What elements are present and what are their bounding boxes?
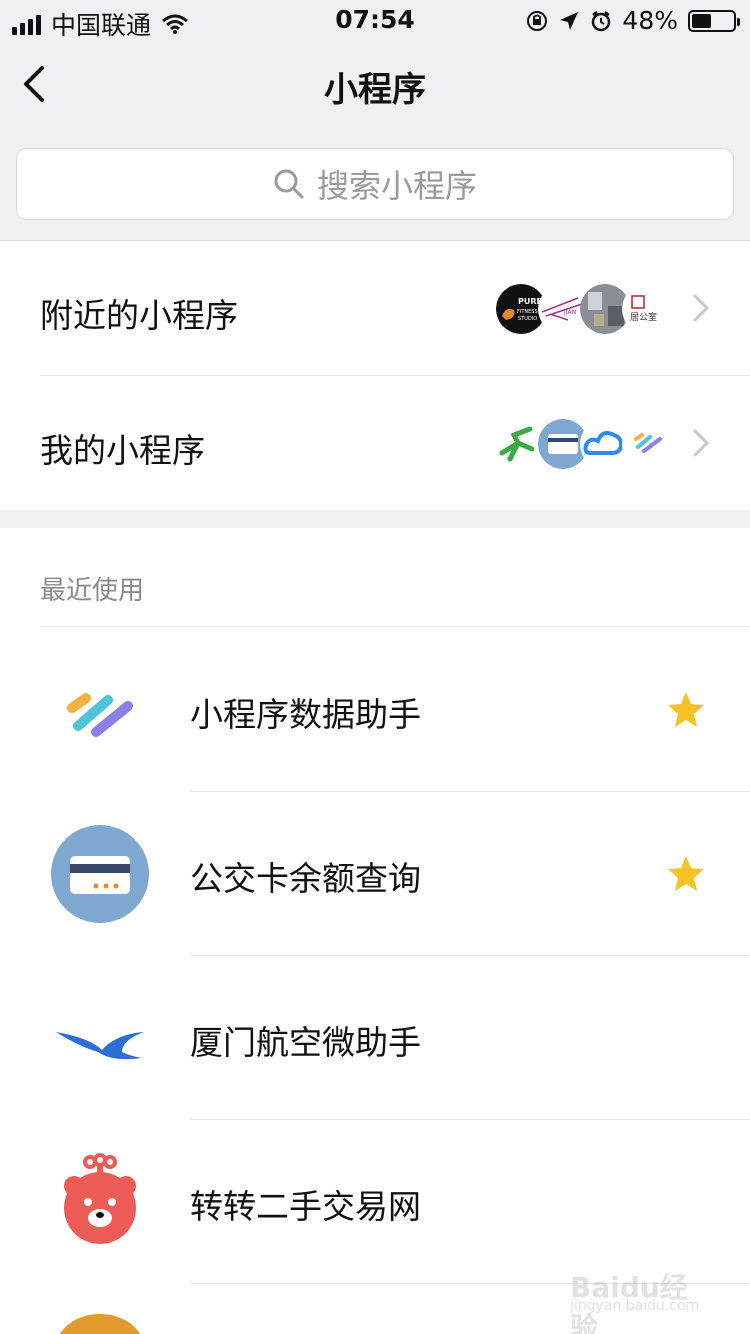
- recent-label: 最近使用: [40, 576, 145, 606]
- office-thumb: 居公室: [622, 284, 672, 334]
- mini-program-menu: 附近的小程序 PURE FITNESS STUDIO JIAN 居公室 我的小程…: [0, 240, 750, 510]
- fitness-thumb-line2: FITNESS: [517, 309, 538, 315]
- star-icon[interactable]: [666, 690, 706, 730]
- office-thumb-text: 居公室: [630, 311, 657, 323]
- bus-card-icon: [51, 825, 149, 923]
- jian-thumb-text: JIAN: [563, 309, 576, 316]
- search-placeholder: 搜索小程序: [316, 167, 477, 205]
- app-name: 厦门航空微助手: [190, 1023, 421, 1062]
- app-name: 公交卡余额查询: [190, 859, 421, 898]
- chevron-right-icon: [693, 429, 710, 457]
- nearby-mini-programs-row[interactable]: 附近的小程序 PURE FITNESS STUDIO JIAN 居公室: [0, 241, 750, 376]
- nav-bar: 小程序: [0, 40, 750, 130]
- my-mini-programs-row[interactable]: 我的小程序: [0, 376, 750, 511]
- divider: [40, 626, 750, 627]
- app-name: 小程序数据助手: [190, 695, 421, 734]
- page-title: 小程序: [324, 70, 426, 110]
- search-input[interactable]: 搜索小程序: [16, 148, 734, 220]
- watermark-sub: jingyan.baidu.com: [570, 1298, 700, 1314]
- list-item[interactable]: 公交卡余额查询: [0, 792, 750, 956]
- orientation-lock-icon: [527, 10, 548, 31]
- battery-fill: [692, 13, 712, 28]
- list-item[interactable]: 小程序数据助手: [0, 628, 750, 792]
- my-thumbnails: [496, 419, 672, 469]
- recent-section: 最近使用 小程序数据助手 公交卡余额查询 厦门航空微助手 转转二手交易网 Bai…: [0, 528, 750, 1334]
- search-icon: [274, 169, 304, 199]
- app-icon-partial: [59, 1314, 141, 1334]
- stripes-thumb: [622, 419, 672, 469]
- alarm-icon: [592, 10, 611, 31]
- my-mini-programs-label: 我的小程序: [40, 431, 205, 470]
- star-icon[interactable]: [666, 854, 706, 894]
- app-name: 转转二手交易网: [190, 1187, 421, 1226]
- nearby-thumbnails: PURE FITNESS STUDIO JIAN 居公室: [496, 284, 672, 334]
- stripes-icon: [67, 693, 133, 737]
- bear-icon: [64, 1153, 136, 1244]
- status-bar: 中国联通 07:54 48%: [0, 0, 750, 40]
- list-item[interactable]: 厦门航空微助手: [0, 956, 750, 1120]
- nearby-mini-programs-label: 附近的小程序: [40, 296, 238, 335]
- fitness-thumb-line3: STUDIO: [518, 316, 537, 322]
- chevron-right-icon: [693, 294, 710, 322]
- battery-icon: [688, 9, 740, 32]
- xiamen-airlines-icon: [56, 1032, 144, 1060]
- location-icon: [560, 11, 579, 30]
- battery-percent: 48%: [622, 6, 678, 35]
- watermark: Baidu经验 jingyan.baidu.com: [570, 1260, 710, 1334]
- status-right: 48%: [526, 6, 740, 35]
